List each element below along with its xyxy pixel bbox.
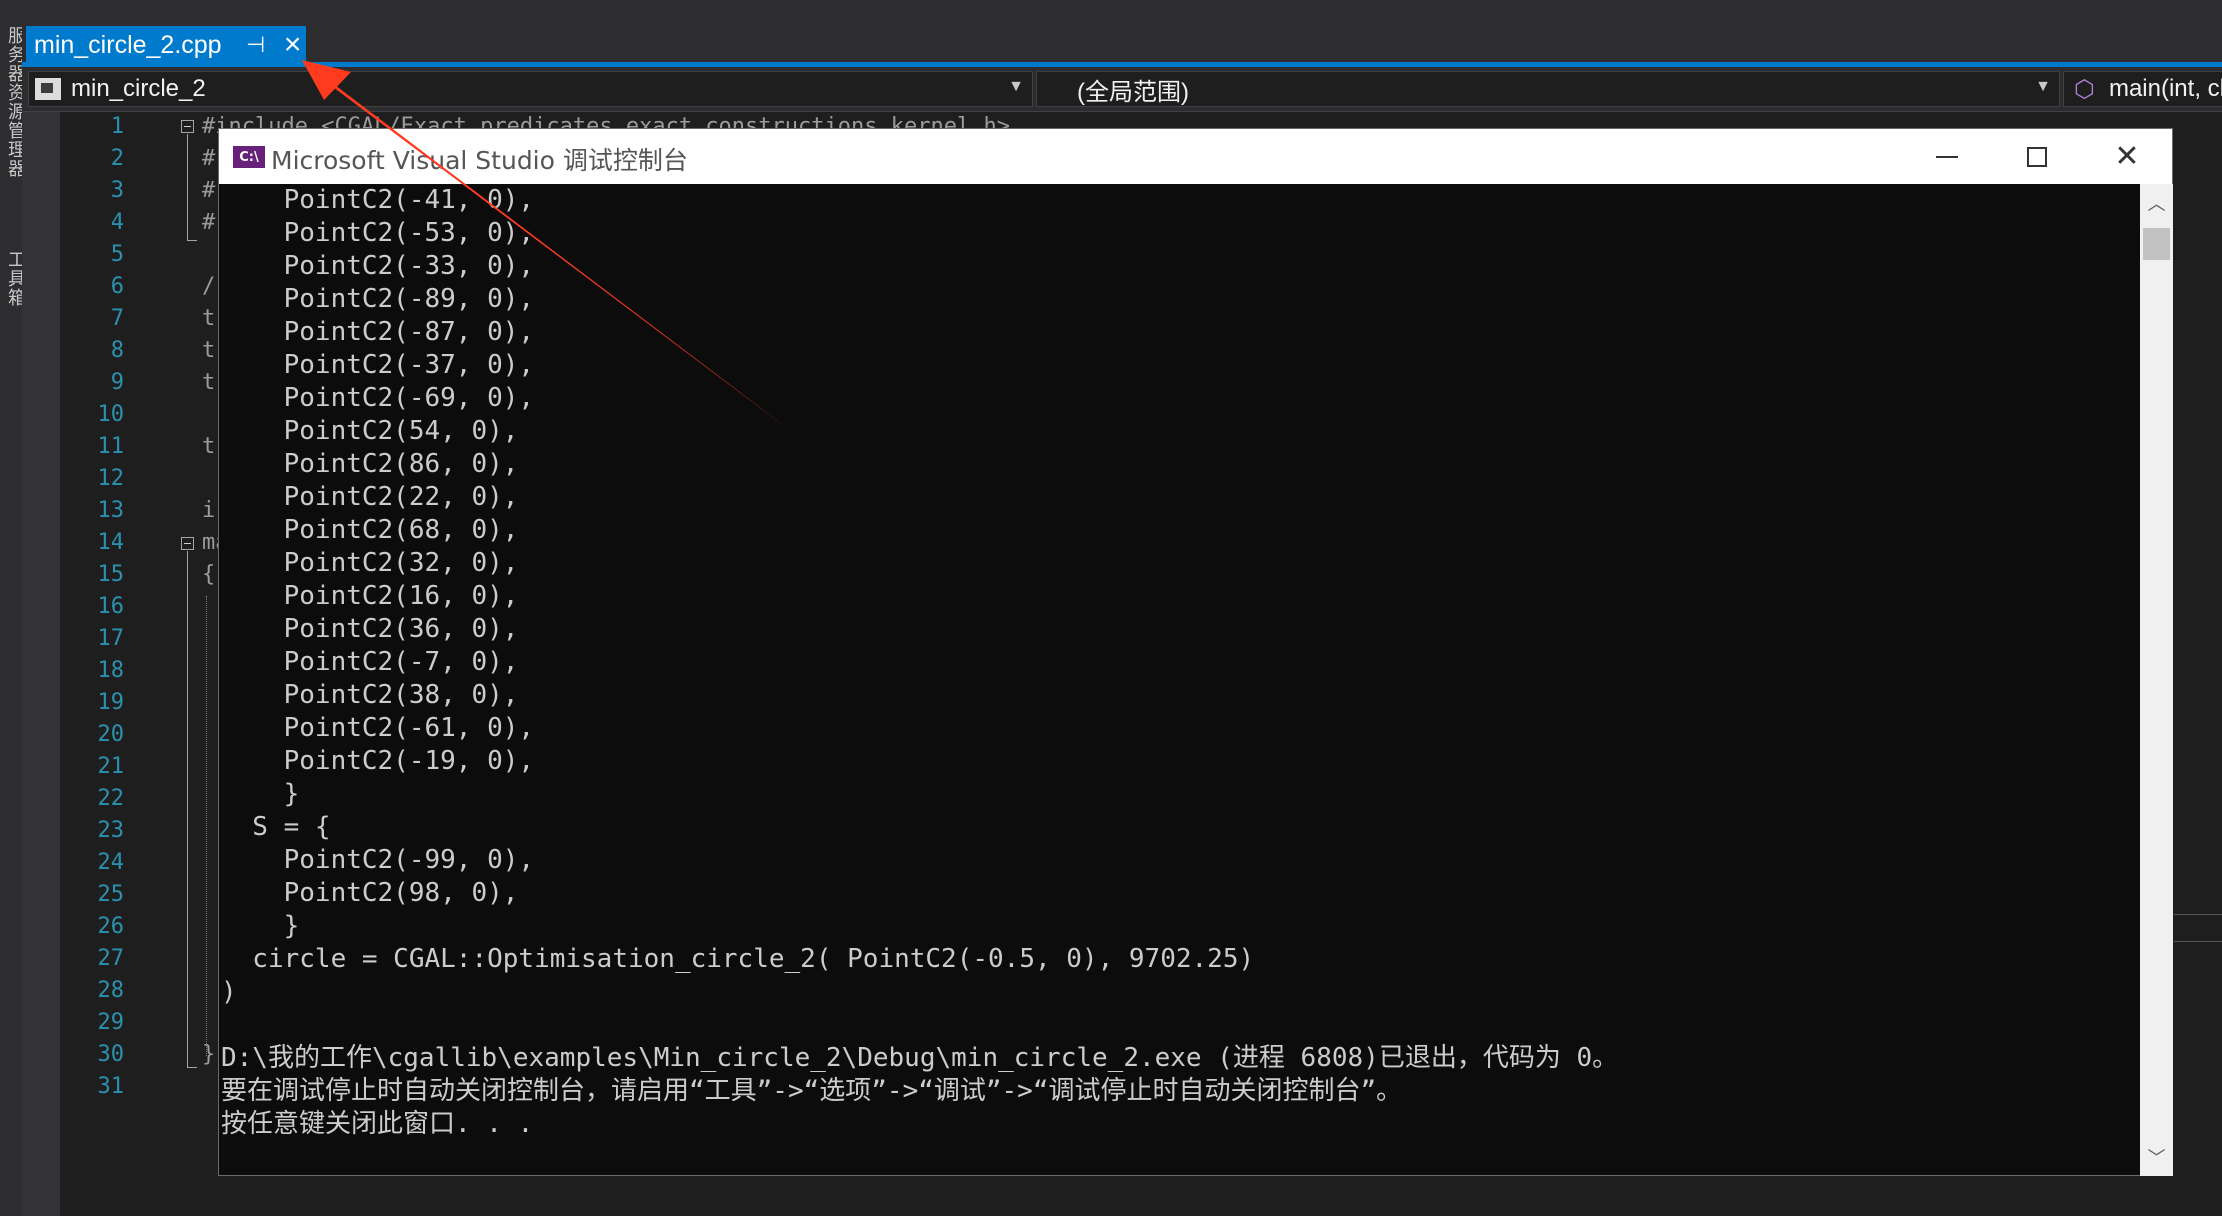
- annotation-arrow: [302, 60, 795, 434]
- annotation-arrow-shaft: [302, 60, 795, 434]
